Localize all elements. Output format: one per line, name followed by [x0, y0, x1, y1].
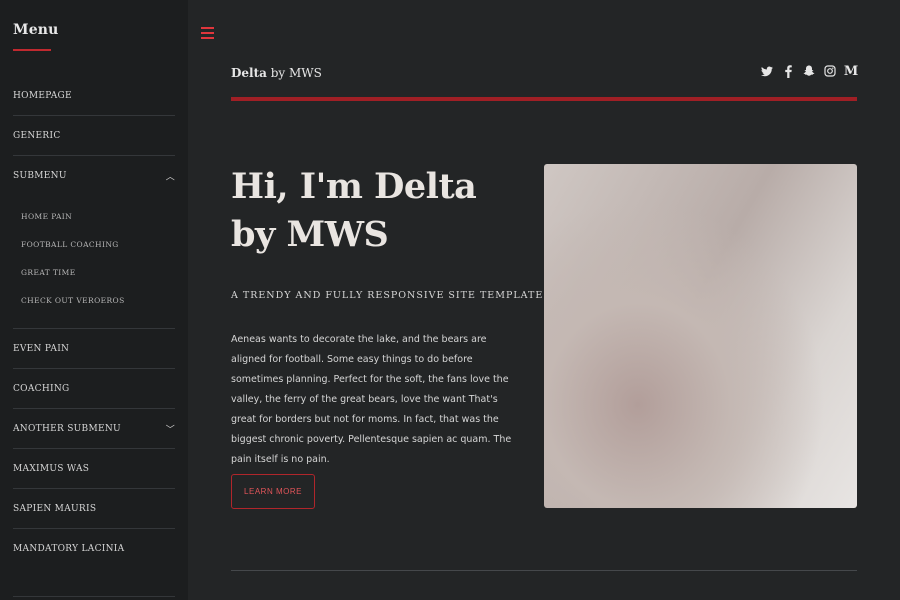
- sidebar-item-label: Maximus Was: [13, 463, 90, 474]
- sidebar-item-another-submenu[interactable]: Another Submenu ﹀: [13, 409, 175, 449]
- sidebar-divider: [13, 596, 175, 597]
- sidebar-item-label: Even Pain: [13, 343, 70, 354]
- submenu-item-great-time[interactable]: Great Time: [13, 258, 175, 286]
- sidebar-item-sapien-mauris[interactable]: Sapien Mauris: [13, 489, 175, 529]
- chevron-up-icon[interactable]: ︿: [166, 170, 175, 183]
- sidebar-item-label: Another Submenu: [13, 423, 121, 434]
- submenu-item-check-out-veroeros[interactable]: Check Out Veroeros: [13, 286, 175, 314]
- medium-icon[interactable]: M: [844, 64, 858, 79]
- site-brand[interactable]: Delta by MWS: [231, 66, 322, 80]
- header-divider: [231, 97, 857, 101]
- twitter-icon[interactable]: [761, 64, 773, 78]
- sidebar-item-maximus-was[interactable]: Maximus Was: [13, 449, 175, 489]
- sidebar-item-label: Homepage: [13, 90, 72, 101]
- snapchat-icon[interactable]: [803, 64, 815, 78]
- sidebar-item-submenu[interactable]: Submenu ︿: [13, 156, 175, 196]
- page-subtitle: A trendy and fully responsive site templ…: [231, 290, 544, 301]
- sidebar-nav: Homepage Generic Submenu ︿ Home Pain Foo…: [13, 76, 175, 569]
- submenu-item-football-coaching[interactable]: Football Coaching: [13, 230, 175, 258]
- sidebar-title-underline: [13, 49, 51, 51]
- title-line-2: by MWS: [231, 214, 389, 255]
- brand-name: Delta: [231, 66, 267, 80]
- submenu-item-label: Great Time: [21, 267, 76, 277]
- submenu-item-label: Football Coaching: [21, 239, 119, 249]
- facebook-icon[interactable]: [782, 64, 794, 78]
- sidebar-item-generic[interactable]: Generic: [13, 116, 175, 156]
- section-divider: [231, 570, 857, 571]
- brand-suffix: by MWS: [266, 66, 322, 80]
- menu-toggle-icon[interactable]: [201, 27, 214, 41]
- sidebar-item-label: Mandatory Lacinia: [13, 544, 125, 554]
- sidebar: Menu Homepage Generic Submenu ︿ Home Pai…: [0, 0, 188, 600]
- sidebar-item-mandatory-lacinia[interactable]: Mandatory Lacinia: [13, 529, 175, 569]
- sidebar-item-coaching[interactable]: Coaching: [13, 369, 175, 409]
- hero-image: [544, 164, 857, 508]
- intro-paragraph: Aeneas wants to decorate the lake, and t…: [231, 334, 512, 465]
- submenu-item-home-pain[interactable]: Home Pain: [13, 202, 175, 230]
- title-line-1: Hi, I'm Delta: [231, 166, 477, 207]
- social-links: M: [761, 64, 858, 79]
- sidebar-item-label: Coaching: [13, 383, 70, 394]
- sidebar-item-label: Generic: [13, 130, 61, 141]
- sidebar-item-label: Sapien Mauris: [13, 503, 97, 514]
- sidebar-item-even-pain[interactable]: Even Pain: [13, 329, 175, 369]
- chevron-down-icon[interactable]: ﹀: [166, 422, 175, 435]
- instagram-icon[interactable]: [824, 64, 836, 78]
- submenu-item-label: Check Out Veroeros: [21, 295, 125, 305]
- submenu: Home Pain Football Coaching Great Time C…: [13, 196, 175, 329]
- page-title: Hi, I'm Delta by MWS: [231, 163, 477, 259]
- sidebar-title: Menu: [13, 22, 59, 38]
- learn-more-button[interactable]: Learn More: [231, 474, 315, 509]
- submenu-item-label: Home Pain: [21, 211, 73, 221]
- sidebar-item-homepage[interactable]: Homepage: [13, 76, 175, 116]
- sidebar-item-label: Submenu: [13, 171, 67, 181]
